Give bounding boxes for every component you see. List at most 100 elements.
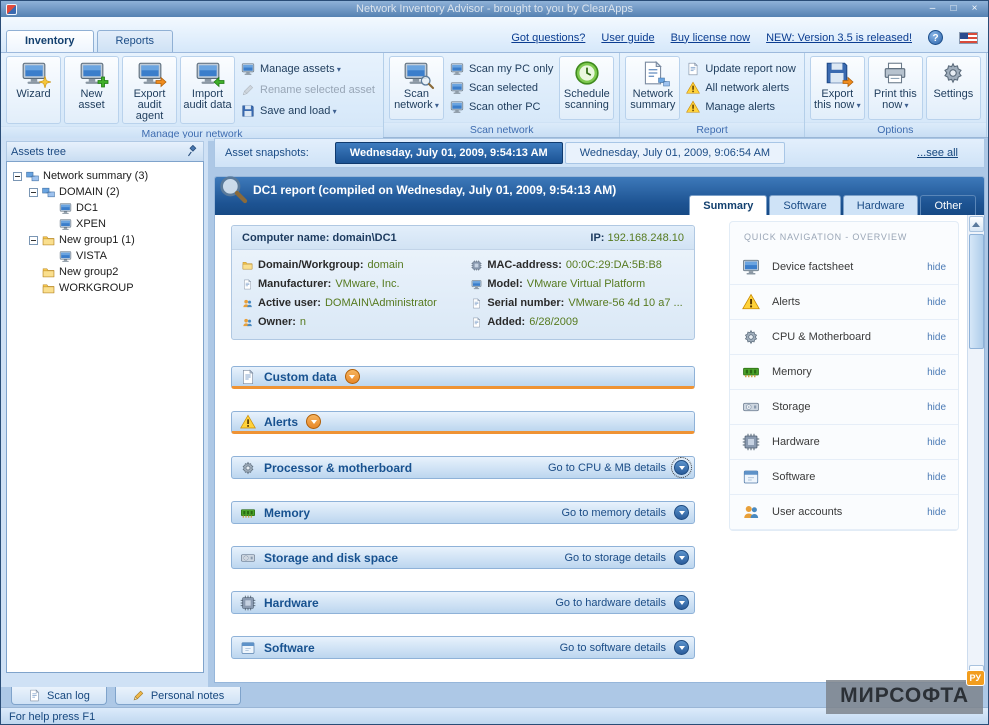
buy-license-link[interactable]: Buy license now: [671, 32, 751, 44]
section-collapse-button[interactable]: [674, 460, 689, 475]
computer-card-header: Computer name: domain\DC1 IP: 192.168.24…: [232, 226, 694, 250]
help-icon[interactable]: [928, 30, 943, 45]
personal-notes-tab[interactable]: Personal notes: [115, 687, 241, 705]
tree-item[interactable]: WORKGROUP: [9, 280, 201, 296]
report-section-header[interactable]: Memory Go to memory details: [231, 501, 695, 524]
all-network-alerts-icon: [686, 81, 700, 95]
hide-link[interactable]: hide: [927, 367, 946, 378]
got-questions-link[interactable]: Got questions?: [511, 32, 585, 44]
tab-reports[interactable]: Reports: [97, 30, 174, 52]
report-tab[interactable]: Other: [920, 195, 976, 215]
report-tab[interactable]: Summary: [689, 195, 767, 215]
section-collapse-button[interactable]: [306, 414, 321, 429]
tree-item[interactable]: DC1: [9, 200, 201, 216]
tree-expander[interactable]: [29, 188, 38, 197]
quick-nav-item[interactable]: Hardware hide: [730, 425, 958, 460]
print-this-now-button[interactable]: Print this now: [868, 56, 923, 120]
section-collapse-button[interactable]: [674, 595, 689, 610]
report-section-header[interactable]: Processor & motherboard Go to CPU & MB d…: [231, 456, 695, 479]
section-collapse-button[interactable]: [674, 640, 689, 655]
scan-selected-button[interactable]: Scan selected: [450, 79, 553, 96]
section-details-link[interactable]: Go to CPU & MB details: [548, 462, 666, 474]
tree-item[interactable]: DOMAIN (2): [9, 184, 201, 200]
field-icon: [242, 298, 253, 309]
quick-nav-item[interactable]: Alerts hide: [730, 285, 958, 320]
quick-nav-item[interactable]: User accounts hide: [730, 495, 958, 530]
report-section-header[interactable]: Storage and disk space Go to storage det…: [231, 546, 695, 569]
scroll-up-button[interactable]: [969, 216, 984, 232]
new-version-link[interactable]: NEW: Version 3.5 is released!: [766, 32, 912, 44]
computer-ip: IP: 192.168.248.10: [590, 232, 684, 244]
network-summary-button[interactable]: Network summary: [625, 56, 680, 120]
section-collapse-button[interactable]: [345, 369, 360, 384]
quick-nav-item[interactable]: Software hide: [730, 460, 958, 495]
report-section-header[interactable]: Software Go to software details: [231, 636, 695, 659]
tree-item[interactable]: XPEN: [9, 216, 201, 232]
quick-nav-item[interactable]: Device factsheet hide: [730, 250, 958, 285]
scan-my-pc-button[interactable]: Scan my PC only: [450, 60, 553, 77]
hide-link[interactable]: hide: [927, 402, 946, 413]
tree-expander[interactable]: [29, 236, 38, 245]
manage-assets-menu-button[interactable]: Manage assets: [241, 61, 375, 78]
snapshot-button[interactable]: Wednesday, July 01, 2009, 9:54:13 AM: [335, 142, 563, 164]
tree-item-icon: [59, 202, 72, 215]
language-flag-icon[interactable]: [959, 32, 978, 44]
section-collapse-button[interactable]: [674, 550, 689, 565]
quick-nav-item[interactable]: Memory hide: [730, 355, 958, 390]
wizard-button[interactable]: Wizard: [6, 56, 61, 124]
vertical-scrollbar[interactable]: [967, 215, 984, 682]
hide-link[interactable]: hide: [927, 507, 946, 518]
tab-inventory[interactable]: Inventory: [6, 30, 94, 52]
maximize-button[interactable]: □: [945, 3, 962, 16]
section-collapse-button[interactable]: [674, 505, 689, 520]
import-audit-data-button[interactable]: Import audit data: [180, 56, 235, 124]
scan-network-button[interactable]: Scan network: [389, 56, 444, 120]
report-section-header[interactable]: Alerts: [231, 411, 695, 434]
report-section-header[interactable]: Custom data: [231, 366, 695, 389]
tree-item[interactable]: Network summary (3): [9, 168, 201, 184]
section-details-link[interactable]: Go to hardware details: [555, 597, 666, 609]
tree-item-icon: [59, 218, 72, 231]
tree-item[interactable]: VISTA: [9, 248, 201, 264]
section-details-link[interactable]: Go to storage details: [564, 552, 666, 564]
all-network-alerts-button[interactable]: All network alerts: [686, 79, 796, 96]
hide-link[interactable]: hide: [927, 262, 946, 273]
report-tab[interactable]: Software: [769, 195, 840, 215]
computer-field: MAC-address: 00:0C:29:DA:5B:B8: [471, 259, 684, 271]
hide-link[interactable]: hide: [927, 437, 946, 448]
quick-nav-item[interactable]: CPU & Motherboard hide: [730, 320, 958, 355]
close-button[interactable]: ×: [966, 3, 983, 16]
hide-link[interactable]: hide: [927, 332, 946, 343]
export-this-now-button[interactable]: Export this now: [810, 56, 865, 120]
save-and-load-menu-button[interactable]: Save and load: [241, 102, 375, 119]
export-audit-agent-button[interactable]: Export audit agent: [122, 56, 177, 124]
quick-nav-item[interactable]: Storage hide: [730, 390, 958, 425]
tree-expander[interactable]: [13, 172, 22, 181]
rename-selected-asset-button[interactable]: Rename selected asset: [241, 81, 375, 98]
section-title: Memory: [264, 506, 310, 520]
update-report-button[interactable]: Update report now: [686, 60, 796, 77]
manage-alerts-button[interactable]: Manage alerts: [686, 99, 796, 116]
hide-link[interactable]: hide: [927, 297, 946, 308]
tree-item[interactable]: New group1 (1): [9, 232, 201, 248]
new-asset-button[interactable]: New asset: [64, 56, 119, 124]
section-icon: [240, 640, 256, 656]
scan-log-tab[interactable]: Scan log: [11, 687, 107, 705]
scrollbar-thumb[interactable]: [969, 234, 984, 349]
settings-button[interactable]: Settings: [926, 56, 981, 120]
snapshot-button[interactable]: Wednesday, July 01, 2009, 9:06:54 AM: [565, 142, 785, 164]
tree-item[interactable]: New group2: [9, 264, 201, 280]
field-value: VMware-56 4d 10 a7 ...: [568, 297, 682, 309]
save-and-load-icon: [241, 104, 255, 118]
see-all-link[interactable]: ...see all: [917, 147, 958, 159]
schedule-scanning-button[interactable]: Schedule scanning: [559, 56, 614, 120]
section-details-link[interactable]: Go to software details: [560, 642, 666, 654]
report-section-header[interactable]: Hardware Go to hardware details: [231, 591, 695, 614]
section-details-link[interactable]: Go to memory details: [561, 507, 666, 519]
user-guide-link[interactable]: User guide: [601, 32, 654, 44]
hide-link[interactable]: hide: [927, 472, 946, 483]
minimize-button[interactable]: –: [924, 3, 941, 16]
report-tab[interactable]: Hardware: [843, 195, 919, 215]
scan-other-pc-button[interactable]: Scan other PC: [450, 99, 553, 116]
pin-icon[interactable]: [186, 145, 199, 158]
